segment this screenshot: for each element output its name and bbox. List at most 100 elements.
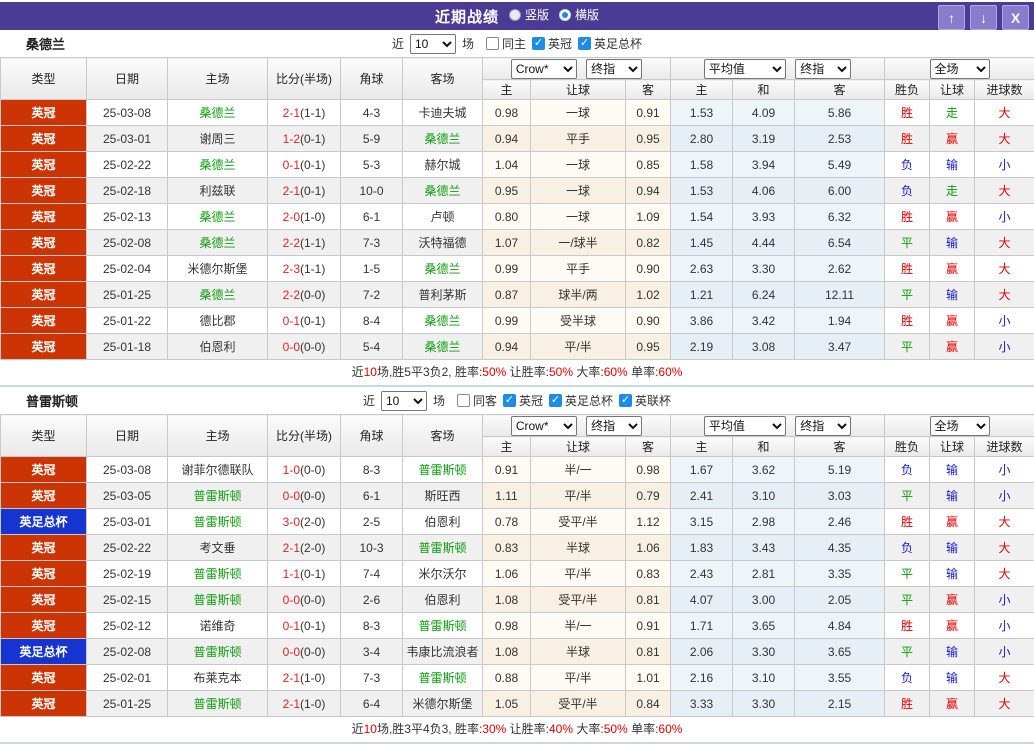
date-cell: 25-02-08 (87, 230, 168, 256)
sub-col-header: 主 (483, 80, 531, 100)
odds-handicap-cell: 受平/半 (531, 587, 626, 613)
radio-icon[interactable] (559, 9, 571, 21)
avg-home-cell: 1.83 (671, 535, 733, 561)
avg-final-select[interactable]: 终指 (795, 59, 851, 79)
move-down-button[interactable]: ↓ (970, 5, 997, 30)
checkbox-icon[interactable]: ✓ (549, 394, 562, 407)
odds-home-cell: 0.80 (483, 204, 531, 230)
filter-checkbox-英联杯[interactable]: ✓英联杯 (615, 392, 671, 409)
odds-handicap-cell: 一/球半 (531, 230, 626, 256)
date-cell: 25-02-18 (87, 178, 168, 204)
competition-badge: 英足总杯 (1, 639, 87, 665)
away-team-cell: 桑德兰 (403, 178, 483, 204)
match-row: 英冠25-03-05普雷斯顿0-0(0-0)6-1斯旺西1.11平/半0.792… (1, 483, 1034, 509)
result-handicap-cell: 输 (930, 152, 975, 178)
avg-source-select[interactable]: 平均值 (704, 416, 786, 436)
checkbox-icon[interactable] (457, 394, 470, 407)
odds-handicap-cell: 半/一 (531, 457, 626, 483)
home-team-cell: 普雷斯顿 (168, 483, 268, 509)
score-cell: 2-3(1-1) (268, 256, 341, 282)
col-header-away: 客场 (403, 58, 483, 100)
away-team-cell: 斯旺西 (403, 483, 483, 509)
checkbox-icon[interactable]: ✓ (532, 37, 545, 50)
results-body: 英冠25-03-08谢菲尔德联队1-0(0-0)8-3普雷斯顿0.91半/一0.… (1, 457, 1034, 717)
fulltime-score: 0-1 (283, 619, 300, 633)
col-header-home: 主场 (168, 58, 268, 100)
odds-source-select[interactable]: Crow* (511, 416, 577, 436)
filter-checkbox-英冠[interactable]: ✓英冠 (528, 35, 572, 52)
result-outcome-cell: 胜 (885, 256, 930, 282)
result-goals-cell: 小 (975, 152, 1034, 178)
team-section: 桑德兰 近 10 场 同主✓英冠✓英足总杯 类型 日期 (0, 30, 1034, 387)
date-cell: 25-02-15 (87, 587, 168, 613)
sub-col-header: 和 (733, 437, 795, 457)
team-name: 普雷斯顿 (26, 391, 78, 410)
corner-cell: 5-4 (341, 334, 403, 360)
result-outcome-cell: 平 (885, 282, 930, 308)
avg-draw-cell: 3.19 (733, 126, 795, 152)
corner-cell: 8-3 (341, 613, 403, 639)
result-goals-cell: 小 (975, 613, 1034, 639)
layout-radio-竖版[interactable]: 竖版 (509, 6, 549, 23)
filter-checkbox-英足总杯[interactable]: ✓英足总杯 (574, 35, 642, 52)
result-outcome-cell: 平 (885, 483, 930, 509)
scope-select[interactable]: 全场 (930, 59, 990, 79)
away-team-cell: 韦康比流浪者 (403, 639, 483, 665)
competition-badge: 英冠 (1, 691, 87, 717)
home-team-cell: 普雷斯顿 (168, 639, 268, 665)
scope-select[interactable]: 全场 (930, 416, 990, 436)
halftime-score: (0-1) (300, 619, 325, 633)
filter-row: 普雷斯顿 近 10 场 同客✓英冠✓英足总杯✓英联杯 (0, 387, 1034, 414)
odds-source-select[interactable]: Crow* (511, 59, 577, 79)
layout-radio-横版[interactable]: 横版 (559, 6, 599, 23)
summary-segment: 60% (658, 365, 682, 379)
result-goals-cell: 大 (975, 561, 1034, 587)
competition-badge: 英冠 (1, 457, 87, 483)
avg-final-select[interactable]: 终指 (795, 416, 851, 436)
halftime-score: (1-1) (300, 262, 325, 276)
match-count-select[interactable]: 10 (410, 34, 456, 54)
home-team-cell: 米德尔斯堡 (168, 256, 268, 282)
fulltime-score: 0-0 (283, 593, 300, 607)
col-header-corner: 角球 (341, 58, 403, 100)
radio-icon[interactable] (509, 9, 521, 21)
result-outcome-cell: 平 (885, 561, 930, 587)
halftime-score: (1-0) (300, 210, 325, 224)
checkbox-icon[interactable]: ✓ (503, 394, 516, 407)
competition-badge: 英冠 (1, 483, 87, 509)
odds-handicap-cell: 受平/半 (531, 509, 626, 535)
result-outcome-cell: 胜 (885, 308, 930, 334)
avg-away-cell: 5.49 (795, 152, 885, 178)
filter-checkbox-英冠[interactable]: ✓英冠 (499, 392, 543, 409)
match-count-select[interactable]: 10 (381, 391, 427, 411)
summary-segment: 10 (364, 365, 377, 379)
checkbox-icon[interactable]: ✓ (578, 37, 591, 50)
avg-away-cell: 2.62 (795, 256, 885, 282)
odds-final-select[interactable]: 终指 (586, 59, 642, 79)
summary-segment: 大率: (573, 722, 604, 736)
filter-checkbox-同主[interactable]: 同主 (482, 35, 526, 52)
sub-col-header: 让球 (531, 80, 626, 100)
odds-final-select[interactable]: 终指 (586, 416, 642, 436)
close-icon[interactable]: X (1002, 5, 1029, 30)
avg-home-cell: 2.41 (671, 483, 733, 509)
title-center: 近期战绩 竖版横版 (0, 6, 1034, 27)
avg-home-cell: 3.86 (671, 308, 733, 334)
fulltime-score: 2-2 (283, 236, 300, 250)
filter-checkbox-同客[interactable]: 同客 (453, 392, 497, 409)
result-goals-cell: 小 (975, 308, 1034, 334)
sub-col-header: 主 (671, 80, 733, 100)
checkbox-icon[interactable]: ✓ (619, 394, 632, 407)
halftime-score: (2-0) (300, 515, 325, 529)
corner-cell: 7-2 (341, 282, 403, 308)
move-up-button[interactable]: ↑ (938, 5, 965, 30)
filter-checkbox-英足总杯[interactable]: ✓英足总杯 (545, 392, 613, 409)
away-team-cell: 桑德兰 (403, 256, 483, 282)
avg-source-select[interactable]: 平均值 (704, 59, 786, 79)
summary-segment: 让胜率: (506, 365, 549, 379)
result-outcome-cell: 负 (885, 178, 930, 204)
summary-segment: 50% (604, 722, 628, 736)
checkbox-icon[interactable] (486, 37, 499, 50)
match-row: 英冠25-02-04米德尔斯堡2-3(1-1)1-5桑德兰0.99平手0.902… (1, 256, 1034, 282)
avg-away-cell: 4.84 (795, 613, 885, 639)
